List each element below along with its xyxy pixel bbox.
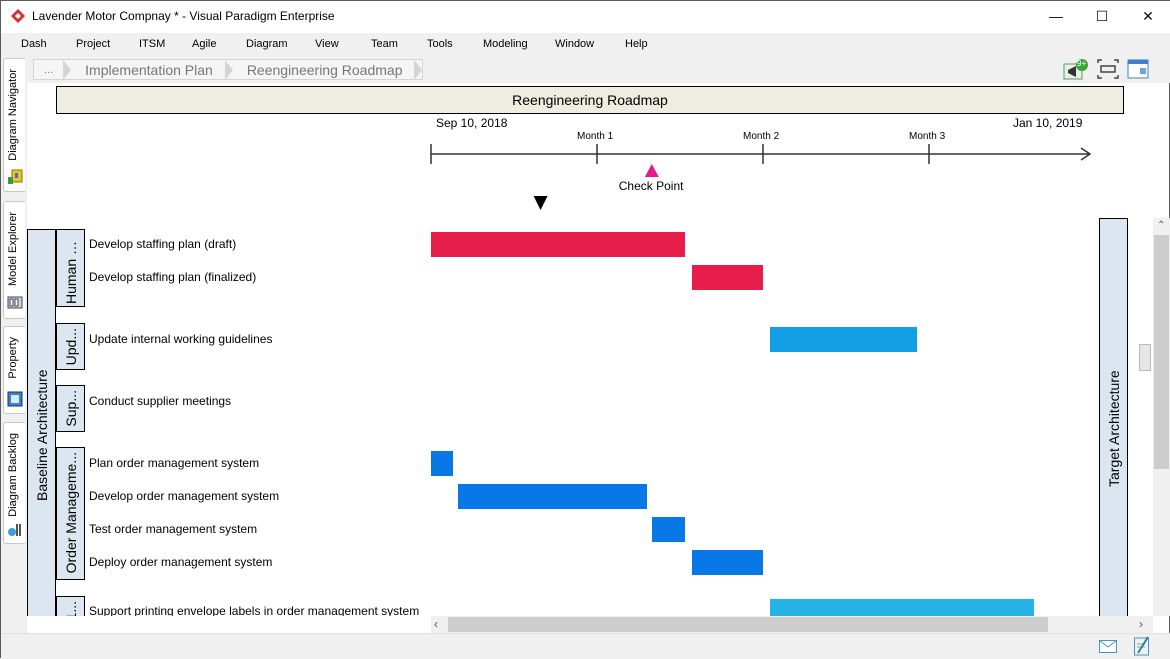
vertical-scrollbar[interactable]: ⌃ (1153, 218, 1170, 616)
diagram-navigator-icon (8, 169, 23, 184)
menu-window[interactable]: Window (555, 38, 594, 50)
menu-agile[interactable]: Agile (192, 38, 216, 50)
lane-order-management[interactable]: Order Manageme... (56, 447, 85, 580)
tab-diagram-backlog[interactable]: Diagram Backlog (3, 422, 25, 544)
menu-project[interactable]: Project (76, 38, 110, 50)
menu-view[interactable]: View (315, 38, 339, 50)
task-label: Develop order management system (89, 489, 280, 503)
fit-diagram-icon[interactable] (1097, 59, 1119, 79)
side-panel-tabs: Diagram Navigator Model Explorer Propert… (1, 56, 27, 636)
lane-human-resources[interactable]: Human R... (56, 229, 85, 307)
horizontal-scroll-thumb[interactable] (448, 617, 1048, 632)
menu-itsm[interactable]: ITSM (139, 38, 165, 50)
task-bar[interactable] (651, 517, 685, 542)
notification-badge: 9+ (1077, 59, 1087, 68)
app-logo-icon (11, 9, 25, 23)
target-architecture-lane[interactable]: Target Architecture (1099, 218, 1128, 616)
diagram-canvas: Reengineering Roadmap Sep 10, 2018 Jan 1… (27, 83, 1153, 616)
panel-resize-handle[interactable] (1139, 344, 1151, 371)
scroll-left-icon[interactable]: ‹ (434, 617, 438, 631)
menu-tools[interactable]: Tools (427, 38, 453, 50)
task-label: Conduct supplier meetings (89, 394, 232, 408)
checkpoint-label: Check Point (618, 179, 684, 193)
breadcrumb-implementation-plan[interactable]: Implementation Plan (71, 60, 233, 80)
vertical-scroll-thumb[interactable] (1154, 235, 1169, 469)
scroll-right-icon[interactable]: › (1139, 617, 1143, 631)
task-label: Develop staffing plan (draft) (89, 237, 237, 251)
breadcrumb-more[interactable]: ... (34, 60, 72, 80)
mail-icon[interactable] (1099, 640, 1117, 653)
status-bar (1, 633, 1170, 659)
scroll-up-icon[interactable]: ⌃ (1157, 220, 1165, 231)
menu-team[interactable]: Team (371, 38, 398, 50)
lane-support-printing[interactable]: 1... (56, 596, 85, 616)
task-label: Support printing envelope labels in orde… (89, 604, 420, 616)
timeline-axis (430, 144, 1092, 210)
task-label: Plan order management system (89, 456, 260, 470)
task-bar[interactable] (691, 550, 763, 575)
task-bar[interactable] (769, 327, 918, 352)
checkpoint-marker-icon[interactable] (644, 164, 659, 177)
task-label: Deploy order management system (89, 555, 273, 569)
window-title: Lavender Motor Compnay * - Visual Paradi… (32, 9, 335, 23)
task-label: Develop staffing plan (finalized) (89, 270, 257, 284)
model-explorer-icon (7, 296, 23, 309)
task-bar[interactable] (457, 484, 647, 509)
notifications-button[interactable]: 9+ (1063, 59, 1088, 80)
current-date-marker-icon[interactable] (533, 196, 548, 210)
baseline-architecture-lane[interactable]: Baseline Architecture (27, 229, 56, 616)
layout-panel-icon[interactable] (1127, 59, 1149, 79)
tab-model-explorer[interactable]: Model Explorer (3, 201, 25, 319)
tab-property[interactable]: Property (3, 326, 25, 414)
menu-bar: Dash Project ITSM Agile Diagram View Tea… (1, 33, 1170, 56)
close-button[interactable]: ✕ (1125, 1, 1170, 31)
breadcrumb-reengineering-roadmap[interactable]: Reengineering Roadmap (233, 60, 423, 80)
breadcrumb: ... Implementation Plan Reengineering Ro… (33, 59, 424, 80)
horizontal-scrollbar[interactable]: ‹ › (431, 616, 1153, 633)
task-bar[interactable] (691, 265, 763, 290)
lane-update-guidelines[interactable]: Upd... (56, 323, 85, 370)
task-bar[interactable] (769, 599, 1034, 616)
task-label: Update internal working guidelines (89, 332, 273, 346)
menu-dash[interactable]: Dash (21, 38, 47, 50)
task-bar[interactable] (431, 451, 453, 476)
menu-modeling[interactable]: Modeling (483, 38, 528, 50)
property-icon (7, 391, 23, 407)
menu-diagram[interactable]: Diagram (246, 38, 288, 50)
task-bar[interactable] (431, 232, 685, 257)
notes-icon[interactable] (1134, 636, 1150, 656)
menu-help[interactable]: Help (625, 38, 648, 50)
task-label: Test order management system (89, 522, 258, 536)
title-bar: Lavender Motor Compnay * - Visual Paradi… (1, 1, 1170, 33)
maximize-button[interactable]: ☐ (1079, 1, 1125, 31)
minimize-button[interactable]: — (1033, 1, 1079, 31)
diagram-toolbar: ... Implementation Plan Reengineering Ro… (27, 56, 1170, 83)
diagram-backlog-icon (8, 524, 21, 536)
lane-supplier[interactable]: Sup... (56, 385, 85, 432)
tab-diagram-navigator[interactable]: Diagram Navigator (3, 58, 25, 192)
